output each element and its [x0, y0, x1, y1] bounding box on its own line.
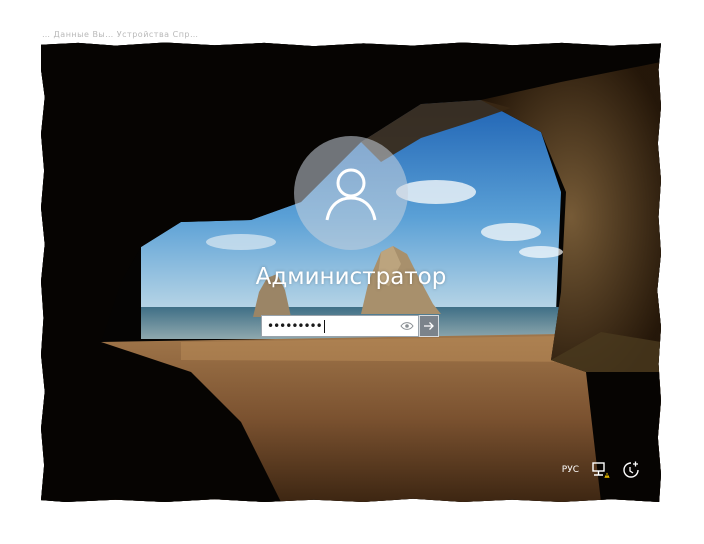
- arrow-right-icon: [424, 322, 434, 330]
- ease-of-access-icon[interactable]: [621, 460, 641, 480]
- password-masked-value: •••••••••: [267, 319, 323, 333]
- network-warning-icon[interactable]: [591, 460, 611, 480]
- password-row: •••••••••: [261, 315, 439, 337]
- password-input[interactable]: •••••••••: [261, 315, 419, 337]
- username-label: Администратор: [255, 264, 447, 290]
- system-tray: РУС: [562, 460, 641, 480]
- screenshot-page: … Данные Вы… Устройства Спр… Администрат…: [0, 0, 704, 544]
- lock-screen: Администратор ••••••••• РУС: [41, 42, 661, 502]
- submit-button[interactable]: [419, 315, 439, 337]
- text-caret: [323, 319, 325, 333]
- user-avatar: [294, 136, 408, 250]
- cut-off-menu-strip: … Данные Вы… Устройства Спр…: [42, 30, 199, 39]
- language-indicator[interactable]: РУС: [562, 465, 579, 475]
- eye-icon[interactable]: [400, 320, 414, 332]
- user-avatar-icon: [325, 168, 377, 221]
